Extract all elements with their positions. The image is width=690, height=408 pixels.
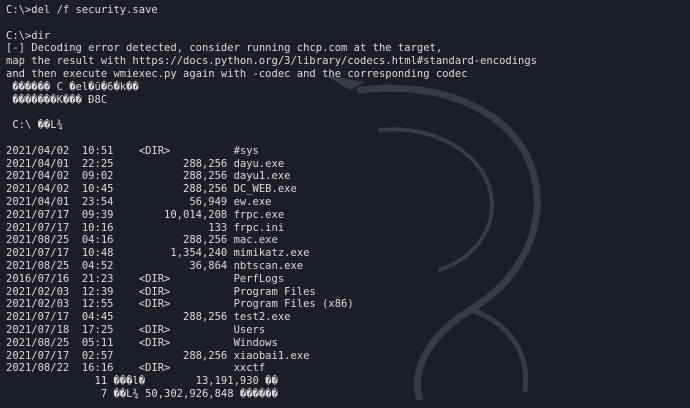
summary-line-dirs: 7 ��L¾ 50,302,926,848 ������ bbox=[6, 387, 278, 400]
command-line-dir: C:\>dir bbox=[6, 29, 51, 42]
terminal-window[interactable]: C:\>del /f security.save C:\>dir [-] Dec… bbox=[0, 0, 690, 408]
listing-row: 2021/04/01 22:25 288,256 dayu.exe bbox=[6, 157, 285, 170]
listing-row: 2021/02/03 12:39 <DIR> Program Files bbox=[6, 285, 316, 298]
listing-row: 2021/04/02 09:02 288,256 dayu1.exe bbox=[6, 170, 291, 183]
listing-row: 2021/07/17 02:57 288,256 xiaobai1.exe bbox=[6, 349, 310, 362]
listing-row: 2021/07/17 10:48 1,354,240 mimikatz.exe bbox=[6, 247, 310, 260]
listing-row: 2021/08/25 04:16 288,256 mac.exe bbox=[6, 234, 278, 247]
command-line-del: C:\>del /f security.save bbox=[6, 4, 158, 16]
listing-row: 2021/04/02 10:45 288,256 DC_WEB.exe bbox=[6, 183, 297, 196]
listing-row: 2021/07/17 10:16 133 frpc.ini bbox=[6, 221, 285, 234]
error-line: map the result with https://docs.python.… bbox=[6, 55, 538, 68]
listing-row: 2021/04/02 10:51 <DIR> #sys bbox=[6, 144, 259, 157]
listing-row: 2021/04/01 23:54 56,949 ew.exe bbox=[6, 195, 272, 208]
listing-row: 2021/07/17 04:45 288,256 test2.exe bbox=[6, 311, 291, 324]
error-line: [-] Decoding error detected, consider ru… bbox=[6, 42, 443, 55]
dir-header-line: C:\ ��L¾ bbox=[6, 119, 63, 132]
dir-listing: 2021/04/02 10:51 <DIR> #sys 2021/04/01 2… bbox=[6, 145, 684, 375]
listing-row: 2021/02/03 12:55 <DIR> Program Files (x8… bbox=[6, 298, 354, 311]
listing-row: 2021/07/17 09:39 10,014,208 frpc.exe bbox=[6, 208, 285, 221]
listing-row: 2021/08/22 16:16 <DIR> xxctf bbox=[6, 362, 266, 375]
listing-row: 2021/08/25 05:11 <DIR> Windows bbox=[6, 336, 278, 349]
garbled-line: �������K��� Ɖ8C bbox=[6, 93, 108, 106]
error-line: and then execute wmiexec.py again with -… bbox=[6, 67, 468, 80]
listing-row: 2016/07/16 21:23 <DIR> PerfLogs bbox=[6, 272, 285, 285]
garbled-line: ������ C �el�ū�6�k�� bbox=[6, 80, 139, 93]
summary-line-files: 11 ���l� 13,191,930 �� bbox=[6, 375, 278, 388]
listing-row: 2021/08/25 04:52 36,864 nbtscan.exe bbox=[6, 259, 304, 272]
listing-row: 2021/07/18 17:25 <DIR> Users bbox=[6, 323, 266, 336]
